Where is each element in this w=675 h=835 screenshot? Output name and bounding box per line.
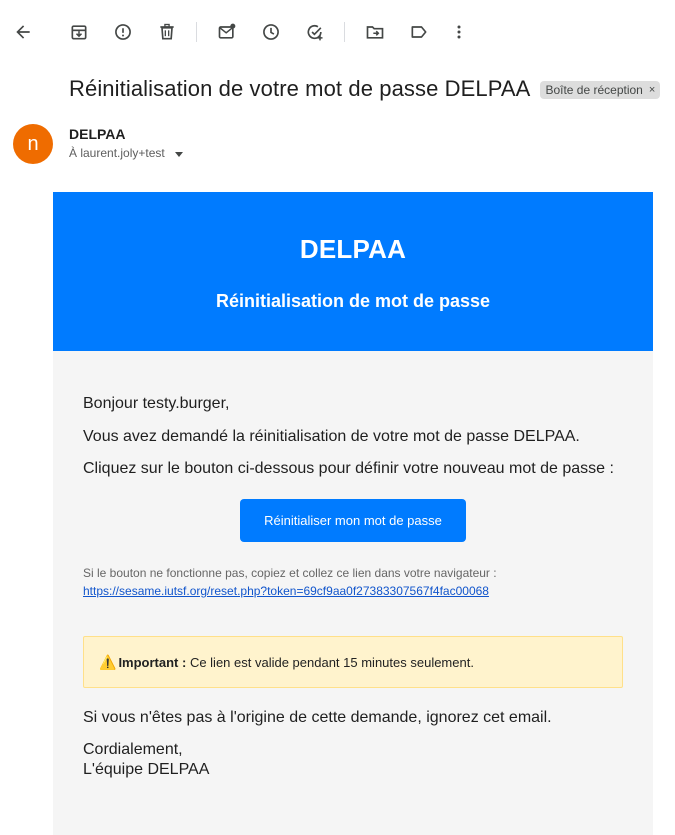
notice-label: Important : (118, 654, 187, 670)
subject-row: Réinitialisation de votre mot de passe D… (69, 76, 661, 102)
move-to-icon[interactable] (363, 20, 387, 44)
fallback-text: Si le bouton ne fonctionne pas, copiez e… (83, 566, 497, 580)
sender-name[interactable]: DELPAA (69, 126, 126, 142)
mark-unread-icon[interactable] (215, 20, 239, 44)
ignore-text: Si vous n'êtes pas à l'origine de cette … (83, 709, 552, 726)
notice-text: Ce lien est valide pendant 15 minutes se… (186, 654, 474, 670)
reset-password-button[interactable]: Réinitialiser mon mot de passe (240, 499, 466, 542)
recipient-line: À laurent.joly+test (69, 146, 183, 160)
trash-icon[interactable] (155, 20, 179, 44)
remove-label-icon[interactable]: × (649, 84, 655, 96)
message-toolbar (0, 8, 675, 56)
email-header-banner: DELPAA Réinitialisation de mot de passe (53, 192, 653, 351)
back-arrow-icon[interactable] (11, 20, 35, 44)
add-task-icon[interactable] (303, 20, 327, 44)
signature-text: L'équipe DELPAA (83, 761, 210, 778)
show-details-caret-icon[interactable] (174, 151, 183, 157)
sender-avatar[interactable]: n (13, 124, 53, 164)
email-body-container: DELPAA Réinitialisation de mot de passe … (53, 192, 653, 835)
closing-text: Cordialement, (83, 741, 183, 758)
message-subject: Réinitialisation de votre mot de passe D… (69, 76, 531, 101)
toolbar-divider (344, 22, 345, 42)
reset-link[interactable]: https://sesame.iutsf.org/reset.php?token… (83, 582, 497, 600)
email-brand: DELPAA (299, 234, 407, 264)
snooze-icon[interactable] (259, 20, 283, 44)
instruction-text: Cliquez sur le bouton ci-dessous pour dé… (83, 460, 614, 477)
warning-icon: ⚠️ (99, 653, 117, 670)
more-vert-icon[interactable] (447, 20, 471, 44)
recipient-text: À laurent.joly+test (69, 146, 165, 160)
important-notice: ⚠️ Important : Ce lien est valide pendan… (83, 636, 623, 688)
archive-icon[interactable] (67, 20, 91, 44)
request-text: Vous avez demandé la réinitialisation de… (83, 428, 580, 445)
toolbar-divider (196, 22, 197, 42)
inbox-label-chip[interactable]: Boîte de réception × (540, 81, 661, 99)
greeting-text: Bonjour testy.burger, (83, 395, 230, 412)
email-heading: Réinitialisation de mot de passe (215, 291, 491, 311)
fallback-block: Si le bouton ne fonctionne pas, copiez e… (83, 564, 497, 600)
report-spam-icon[interactable] (111, 20, 135, 44)
label-chip-text: Boîte de réception (545, 83, 643, 97)
label-icon[interactable] (407, 20, 431, 44)
